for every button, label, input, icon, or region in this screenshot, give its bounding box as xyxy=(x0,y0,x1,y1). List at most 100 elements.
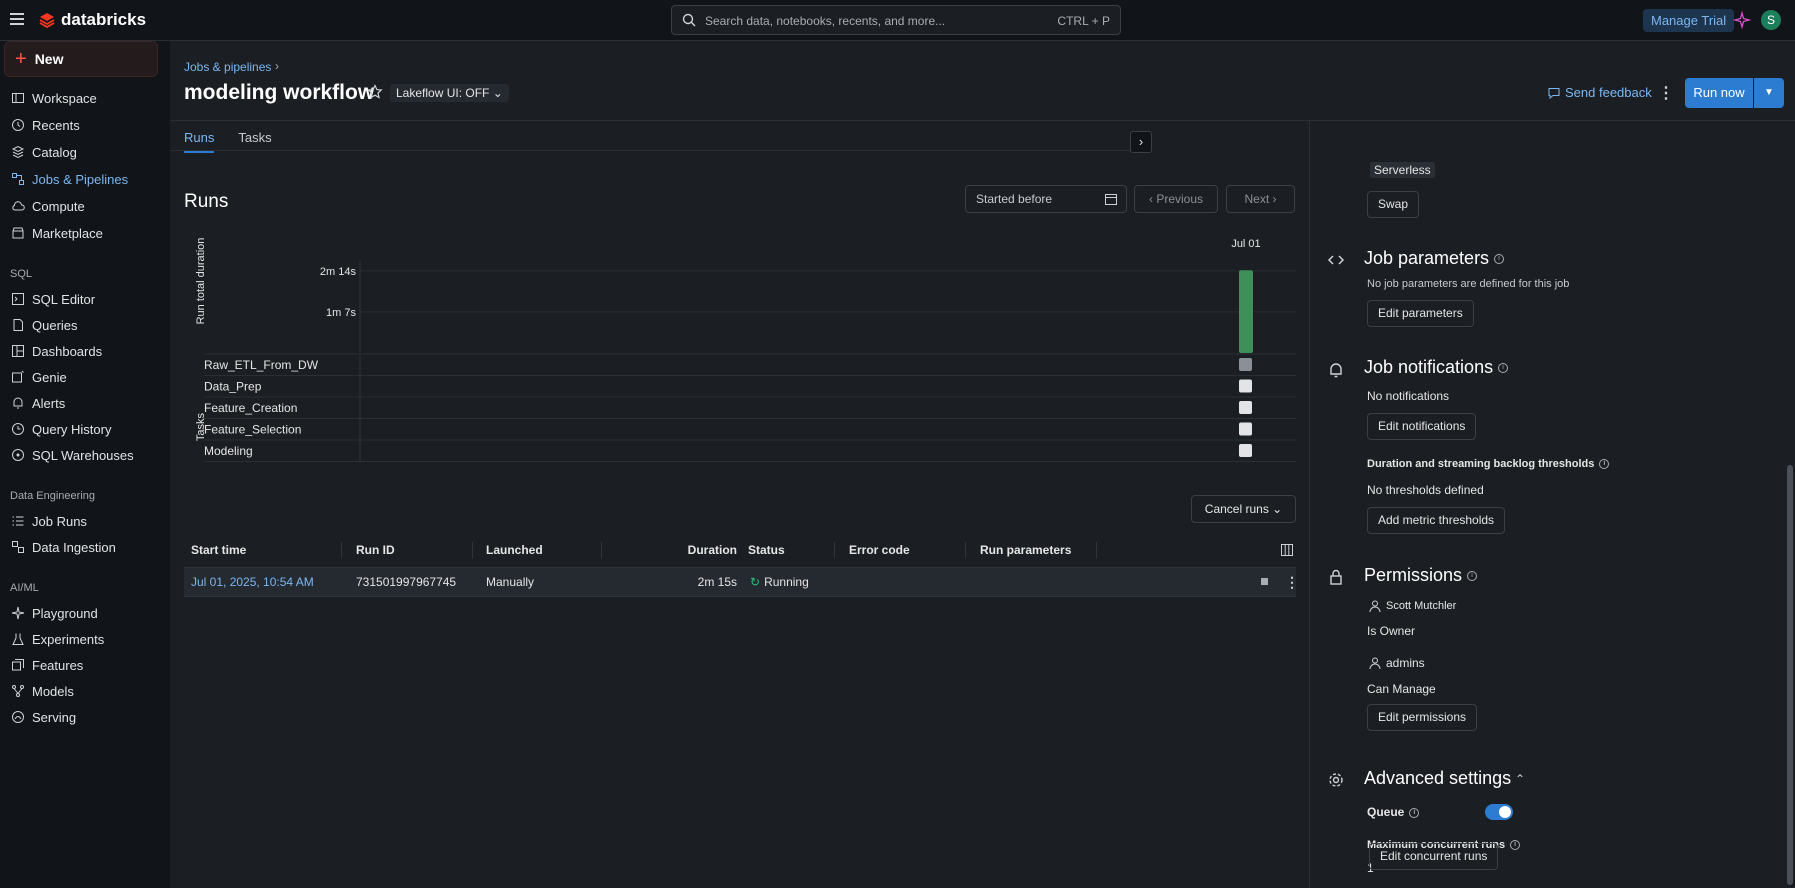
permission-user: Scott Mutchler xyxy=(1368,599,1456,613)
sidebar-item-sql-editor[interactable]: SQL Editor xyxy=(0,288,170,310)
swap-button[interactable]: Swap xyxy=(1367,191,1420,218)
next-label: Next xyxy=(1244,192,1270,206)
lock-icon xyxy=(1330,569,1342,585)
code-icon xyxy=(1327,255,1345,265)
star-icon[interactable] xyxy=(367,84,383,100)
sidebar-item-queries[interactable]: Queries xyxy=(0,314,170,336)
models-icon xyxy=(12,685,24,697)
sidebar-item-experiments[interactable]: Experiments xyxy=(0,628,170,650)
run-now-dropdown-icon[interactable]: ▼ xyxy=(1754,78,1784,108)
new-button[interactable]: + New xyxy=(4,41,158,77)
add-metric-thresholds-button[interactable]: Add metric thresholds xyxy=(1367,507,1506,534)
info-icon[interactable]: i xyxy=(1409,807,1420,818)
sidebar-item-recents[interactable]: Recents xyxy=(0,114,170,136)
column-header-status[interactable]: Status xyxy=(748,534,785,567)
sidebar-item-data-ingestion[interactable]: Data Ingestion xyxy=(0,536,170,558)
info-icon[interactable]: i xyxy=(1494,254,1505,265)
menu-icon[interactable] xyxy=(10,13,24,25)
sidebar-item-sql-warehouses[interactable]: SQL Warehouses xyxy=(0,444,170,466)
history-icon xyxy=(12,423,24,435)
sidebar-item-label: Alerts xyxy=(32,395,66,411)
permission-group: admins xyxy=(1368,656,1425,670)
bell-icon xyxy=(13,397,23,409)
column-header-start-time[interactable]: Start time xyxy=(191,534,246,567)
running-spinner-icon: ↻ xyxy=(750,575,761,589)
edit-notifications-button[interactable]: Edit notifications xyxy=(1367,413,1477,440)
chevron-down-icon: ⌄ xyxy=(1272,502,1283,516)
job-notifications-heading: Job notifications i xyxy=(1364,357,1509,378)
column-header-run-parameters[interactable]: Run parameters xyxy=(980,534,1071,567)
no-notifications-text: No notifications xyxy=(1367,389,1450,403)
collapse-panel-button[interactable]: › xyxy=(1130,131,1152,153)
sidebar-item-genie[interactable]: Genie xyxy=(0,366,170,388)
table-row: Jul 01, 2025, 10:54 AM 731501997967745 M… xyxy=(184,567,1299,597)
column-divider xyxy=(341,542,342,559)
column-divider xyxy=(1096,542,1097,559)
edit-parameters-button[interactable]: Edit parameters xyxy=(1367,300,1474,327)
job-notifications-title: Job notifications xyxy=(1364,357,1494,377)
queue-toggle[interactable] xyxy=(1485,804,1513,820)
permission-group-name: admins xyxy=(1386,656,1425,670)
sidebar-section-ai-ml: AI/ML xyxy=(10,582,39,594)
started-before-filter[interactable]: Started before xyxy=(965,185,1127,213)
run-start-time-link[interactable]: Jul 01, 2025, 10:54 AM xyxy=(191,568,314,596)
chevron-down-icon: ⌄ xyxy=(492,86,503,100)
sidebar-item-playground[interactable]: Playground xyxy=(0,602,170,624)
dashboard-icon xyxy=(12,345,24,357)
info-icon[interactable]: i xyxy=(1467,571,1478,582)
permissions-title: Permissions xyxy=(1364,565,1463,585)
breadcrumb-jobs-pipelines[interactable]: Jobs & pipelines xyxy=(184,60,271,74)
more-options-icon[interactable]: ⋮ xyxy=(1658,83,1674,103)
sidebar-item-features[interactable]: Features xyxy=(0,654,170,676)
column-header-launched[interactable]: Launched xyxy=(486,534,543,567)
sidebar-item-marketplace[interactable]: Marketplace xyxy=(0,222,170,244)
sidebar-item-workspace[interactable]: Workspace xyxy=(0,87,170,109)
next-page-button[interactable]: Next › xyxy=(1226,185,1295,213)
ingest-icon xyxy=(12,541,24,553)
info-icon[interactable]: i xyxy=(1599,459,1610,470)
sidebar-item-alerts[interactable]: Alerts xyxy=(0,392,170,414)
column-header-error-code[interactable]: Error code xyxy=(849,534,910,567)
columns-icon[interactable] xyxy=(1280,543,1294,557)
sidebar-item-catalog[interactable]: Catalog xyxy=(0,141,170,163)
info-icon[interactable]: i xyxy=(1510,840,1521,851)
edit-concurrent-runs-button[interactable]: Edit concurrent runs xyxy=(1369,843,1499,870)
previous-page-button[interactable]: ‹ Previous xyxy=(1134,185,1218,213)
sidebar-item-serving[interactable]: Serving xyxy=(0,706,170,728)
stop-run-icon[interactable] xyxy=(1261,578,1268,585)
sidebar-item-query-history[interactable]: Query History xyxy=(0,418,170,440)
column-header-run-id[interactable]: Run ID xyxy=(356,534,395,567)
info-icon[interactable]: i xyxy=(1498,363,1509,374)
sidebar-section-sql: SQL xyxy=(10,268,33,280)
chevron-up-icon[interactable]: ⌃ xyxy=(1515,772,1525,786)
search-input[interactable]: Search data, notebooks, recents, and mor… xyxy=(671,5,1121,35)
launched-cell: Manually xyxy=(486,575,535,589)
list-icon xyxy=(12,516,24,526)
sidebar-item-dashboards[interactable]: Dashboards xyxy=(0,340,170,362)
sidebar-item-label: Recents xyxy=(32,117,80,133)
manage-trial-button[interactable]: Manage Trial xyxy=(1643,9,1735,32)
user-avatar[interactable]: S xyxy=(1761,10,1781,30)
sidebar-item-models[interactable]: Models xyxy=(0,680,170,702)
assistant-sparkle-icon[interactable] xyxy=(1733,11,1751,29)
task-name-label: Feature_Selection xyxy=(204,423,301,437)
calendar-icon xyxy=(1105,194,1117,205)
send-feedback-link[interactable]: Send feedback xyxy=(1547,85,1652,100)
lakeflow-ui-toggle[interactable]: Lakeflow UI: OFF ⌄ xyxy=(390,84,509,102)
sidebar-item-jobs-pipelines[interactable]: Jobs & Pipelines xyxy=(0,168,170,190)
sidebar-item-label: Experiments xyxy=(32,631,105,647)
run-now-button[interactable]: Run now xyxy=(1685,78,1753,108)
editor-icon xyxy=(12,293,24,305)
sidebar-item-compute[interactable]: Compute xyxy=(0,195,170,217)
column-header-duration[interactable]: Duration xyxy=(682,534,737,567)
databricks-logo[interactable]: databricks xyxy=(39,10,146,30)
task-name-label: Feature_Creation xyxy=(204,401,297,415)
panel-scrollbar[interactable] xyxy=(1787,465,1793,885)
warehouse-icon xyxy=(12,449,24,461)
sidebar-item-job-runs[interactable]: Job Runs xyxy=(0,510,170,532)
sidebar-item-label: Features xyxy=(32,657,84,673)
edit-permissions-button[interactable]: Edit permissions xyxy=(1367,704,1478,731)
cancel-runs-button[interactable]: Cancel runs ⌄ xyxy=(1191,495,1296,523)
bell-icon xyxy=(1330,363,1342,378)
row-more-options-icon[interactable]: ⋮ xyxy=(1285,574,1299,591)
